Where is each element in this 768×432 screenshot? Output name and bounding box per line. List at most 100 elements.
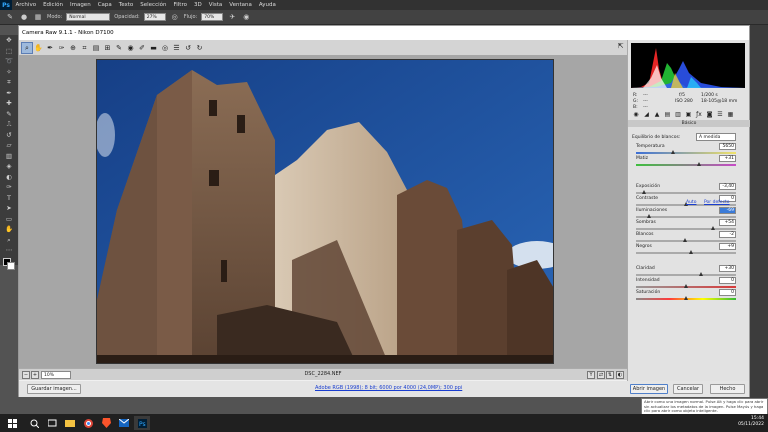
color-sampler-icon[interactable]: ✑: [57, 43, 67, 53]
opacity-field[interactable]: 27%: [143, 13, 166, 21]
tab-detail-icon[interactable]: ▲: [652, 110, 662, 119]
menu-ayuda[interactable]: Ayuda: [255, 2, 279, 8]
quick-select-icon[interactable]: ✧: [0, 67, 18, 78]
rotate-left-icon[interactable]: ↺: [183, 43, 193, 53]
tab-effects-icon[interactable]: ƒx: [694, 110, 704, 119]
lasso-tool-icon[interactable]: ➰: [0, 56, 18, 67]
pressure-opacity-icon[interactable]: ◎: [170, 13, 180, 22]
brave-icon[interactable]: [98, 416, 114, 430]
tab-hsl-icon[interactable]: ▤: [663, 110, 673, 119]
slider-track[interactable]: [636, 226, 736, 230]
done-button[interactable]: Hecho: [710, 384, 745, 394]
slider-track[interactable]: [636, 238, 736, 242]
slider-thumb[interactable]: [689, 250, 693, 254]
slider-track[interactable]: [636, 162, 736, 166]
tab-lens-icon[interactable]: ▣: [684, 110, 694, 119]
rotate-right-icon[interactable]: ↻: [195, 43, 205, 53]
slider-thumb[interactable]: [711, 226, 715, 230]
healing-brush-icon[interactable]: ✚: [0, 98, 18, 109]
slider-value-field[interactable]: +30: [719, 265, 736, 272]
targeted-adjustment-icon[interactable]: ⊕: [68, 43, 78, 53]
zoom-tool-icon[interactable]: ⌕: [0, 235, 18, 246]
slider-thumb[interactable]: [699, 272, 703, 276]
photoshop-taskbar-icon[interactable]: Ps: [134, 416, 150, 430]
tab-basic-icon[interactable]: ◉: [631, 110, 641, 119]
transform-icon[interactable]: ⊞: [103, 43, 113, 53]
blur-tool-icon[interactable]: ◈: [0, 161, 18, 172]
slider-value-field[interactable]: -3,40: [719, 183, 736, 190]
slider-track[interactable]: [636, 284, 736, 288]
slider-thumb[interactable]: [684, 296, 688, 300]
stamp-tool-icon[interactable]: ⎍: [0, 119, 18, 130]
menu-archivo[interactable]: Archivo: [12, 2, 40, 8]
zoom-icon[interactable]: ⌕: [21, 41, 33, 54]
tab-tone-curve-icon[interactable]: ◢: [642, 110, 652, 119]
background-color[interactable]: [7, 261, 15, 270]
brush-preset-icon[interactable]: ●: [19, 13, 29, 22]
file-explorer-icon[interactable]: [62, 416, 78, 430]
adjustment-brush-icon[interactable]: ✐: [137, 43, 147, 53]
white-balance-icon[interactable]: ✒: [45, 43, 55, 53]
slider-value-field[interactable]: 0: [719, 289, 736, 296]
tab-snapshots-icon[interactable]: ▦: [726, 110, 736, 119]
cancel-button[interactable]: Cancelar: [673, 384, 703, 394]
menu-seleccion[interactable]: Selección: [137, 2, 170, 8]
slider-value-field[interactable]: 0: [719, 277, 736, 284]
menu-capa[interactable]: Capa: [94, 2, 115, 8]
eraser-icon[interactable]: ▱: [0, 140, 18, 151]
hand-tool-icon[interactable]: ✋: [0, 224, 18, 235]
slider-thumb[interactable]: [642, 190, 646, 194]
flow-field[interactable]: 70%: [201, 13, 224, 21]
workflow-options-link[interactable]: Adobe RGB (1998); 8 bit; 6000 por 4000 (…: [315, 385, 462, 391]
type-tool-icon[interactable]: T: [0, 193, 18, 204]
email-icon[interactable]: [116, 416, 132, 430]
default-link[interactable]: Por defecto: [704, 200, 730, 205]
brush-panel-icon[interactable]: ▦: [33, 13, 43, 22]
slider-thumb[interactable]: [683, 238, 687, 242]
menu-edicion[interactable]: Edición: [40, 2, 67, 8]
white-balance-select[interactable]: A medida: [696, 133, 736, 141]
menu-vista[interactable]: Vista: [205, 2, 226, 8]
eyedropper-icon[interactable]: ✒: [0, 88, 18, 99]
slider-track[interactable]: [636, 272, 736, 276]
pen-tool-icon[interactable]: ✑: [0, 182, 18, 193]
hand-icon[interactable]: ✋: [34, 43, 44, 53]
crop-tool-icon[interactable]: ⌗: [0, 77, 18, 88]
before-after-icon[interactable]: ⇄: [597, 371, 605, 379]
slider-thumb[interactable]: [647, 214, 651, 218]
windows-start-icon[interactable]: [4, 416, 20, 430]
marquee-tool-icon[interactable]: ⬚: [0, 46, 18, 57]
slider-track[interactable]: [636, 190, 736, 194]
brush-tool-icon[interactable]: ✎: [5, 13, 15, 22]
radial-filter-icon[interactable]: ◎: [160, 43, 170, 53]
open-image-button[interactable]: Abrir imagen: [630, 384, 668, 394]
tab-presets-icon[interactable]: ☰: [715, 110, 725, 119]
photo-preview[interactable]: [96, 59, 554, 364]
slider-value-field[interactable]: -69: [719, 207, 736, 214]
gradient-icon[interactable]: ▥: [0, 151, 18, 162]
slider-value-field[interactable]: 5650: [719, 143, 736, 150]
spot-removal-icon[interactable]: ✎: [114, 43, 124, 53]
straighten-icon[interactable]: ▤: [91, 43, 101, 53]
slider-value-field[interactable]: -2: [719, 231, 736, 238]
menu-imagen[interactable]: Imagen: [66, 2, 94, 8]
pressure-size-icon[interactable]: ◉: [241, 13, 251, 22]
slider-thumb[interactable]: [697, 162, 701, 166]
menu-filtro[interactable]: Filtro: [170, 2, 190, 8]
tab-camera-calibration-icon[interactable]: ◙: [705, 110, 715, 119]
slider-track[interactable]: [636, 214, 736, 218]
task-view-icon[interactable]: [44, 416, 60, 430]
save-image-button[interactable]: Guardar imagen...: [27, 384, 81, 394]
slider-value-field[interactable]: +54: [719, 219, 736, 226]
mode-select[interactable]: Normal: [66, 13, 111, 21]
slider-track[interactable]: [636, 250, 736, 254]
slider-track[interactable]: [636, 150, 736, 154]
brush-icon[interactable]: ✎: [0, 109, 18, 120]
graduated-filter-icon[interactable]: ▬: [149, 43, 159, 53]
shape-tool-icon[interactable]: ▭: [0, 214, 18, 225]
move-tool-icon[interactable]: ✥: [0, 35, 18, 46]
dodge-tool-icon[interactable]: ◐: [0, 172, 18, 183]
color-swatches[interactable]: [0, 256, 18, 274]
auto-link[interactable]: Auto: [686, 200, 696, 205]
slider-value-field[interactable]: +9: [719, 243, 736, 250]
